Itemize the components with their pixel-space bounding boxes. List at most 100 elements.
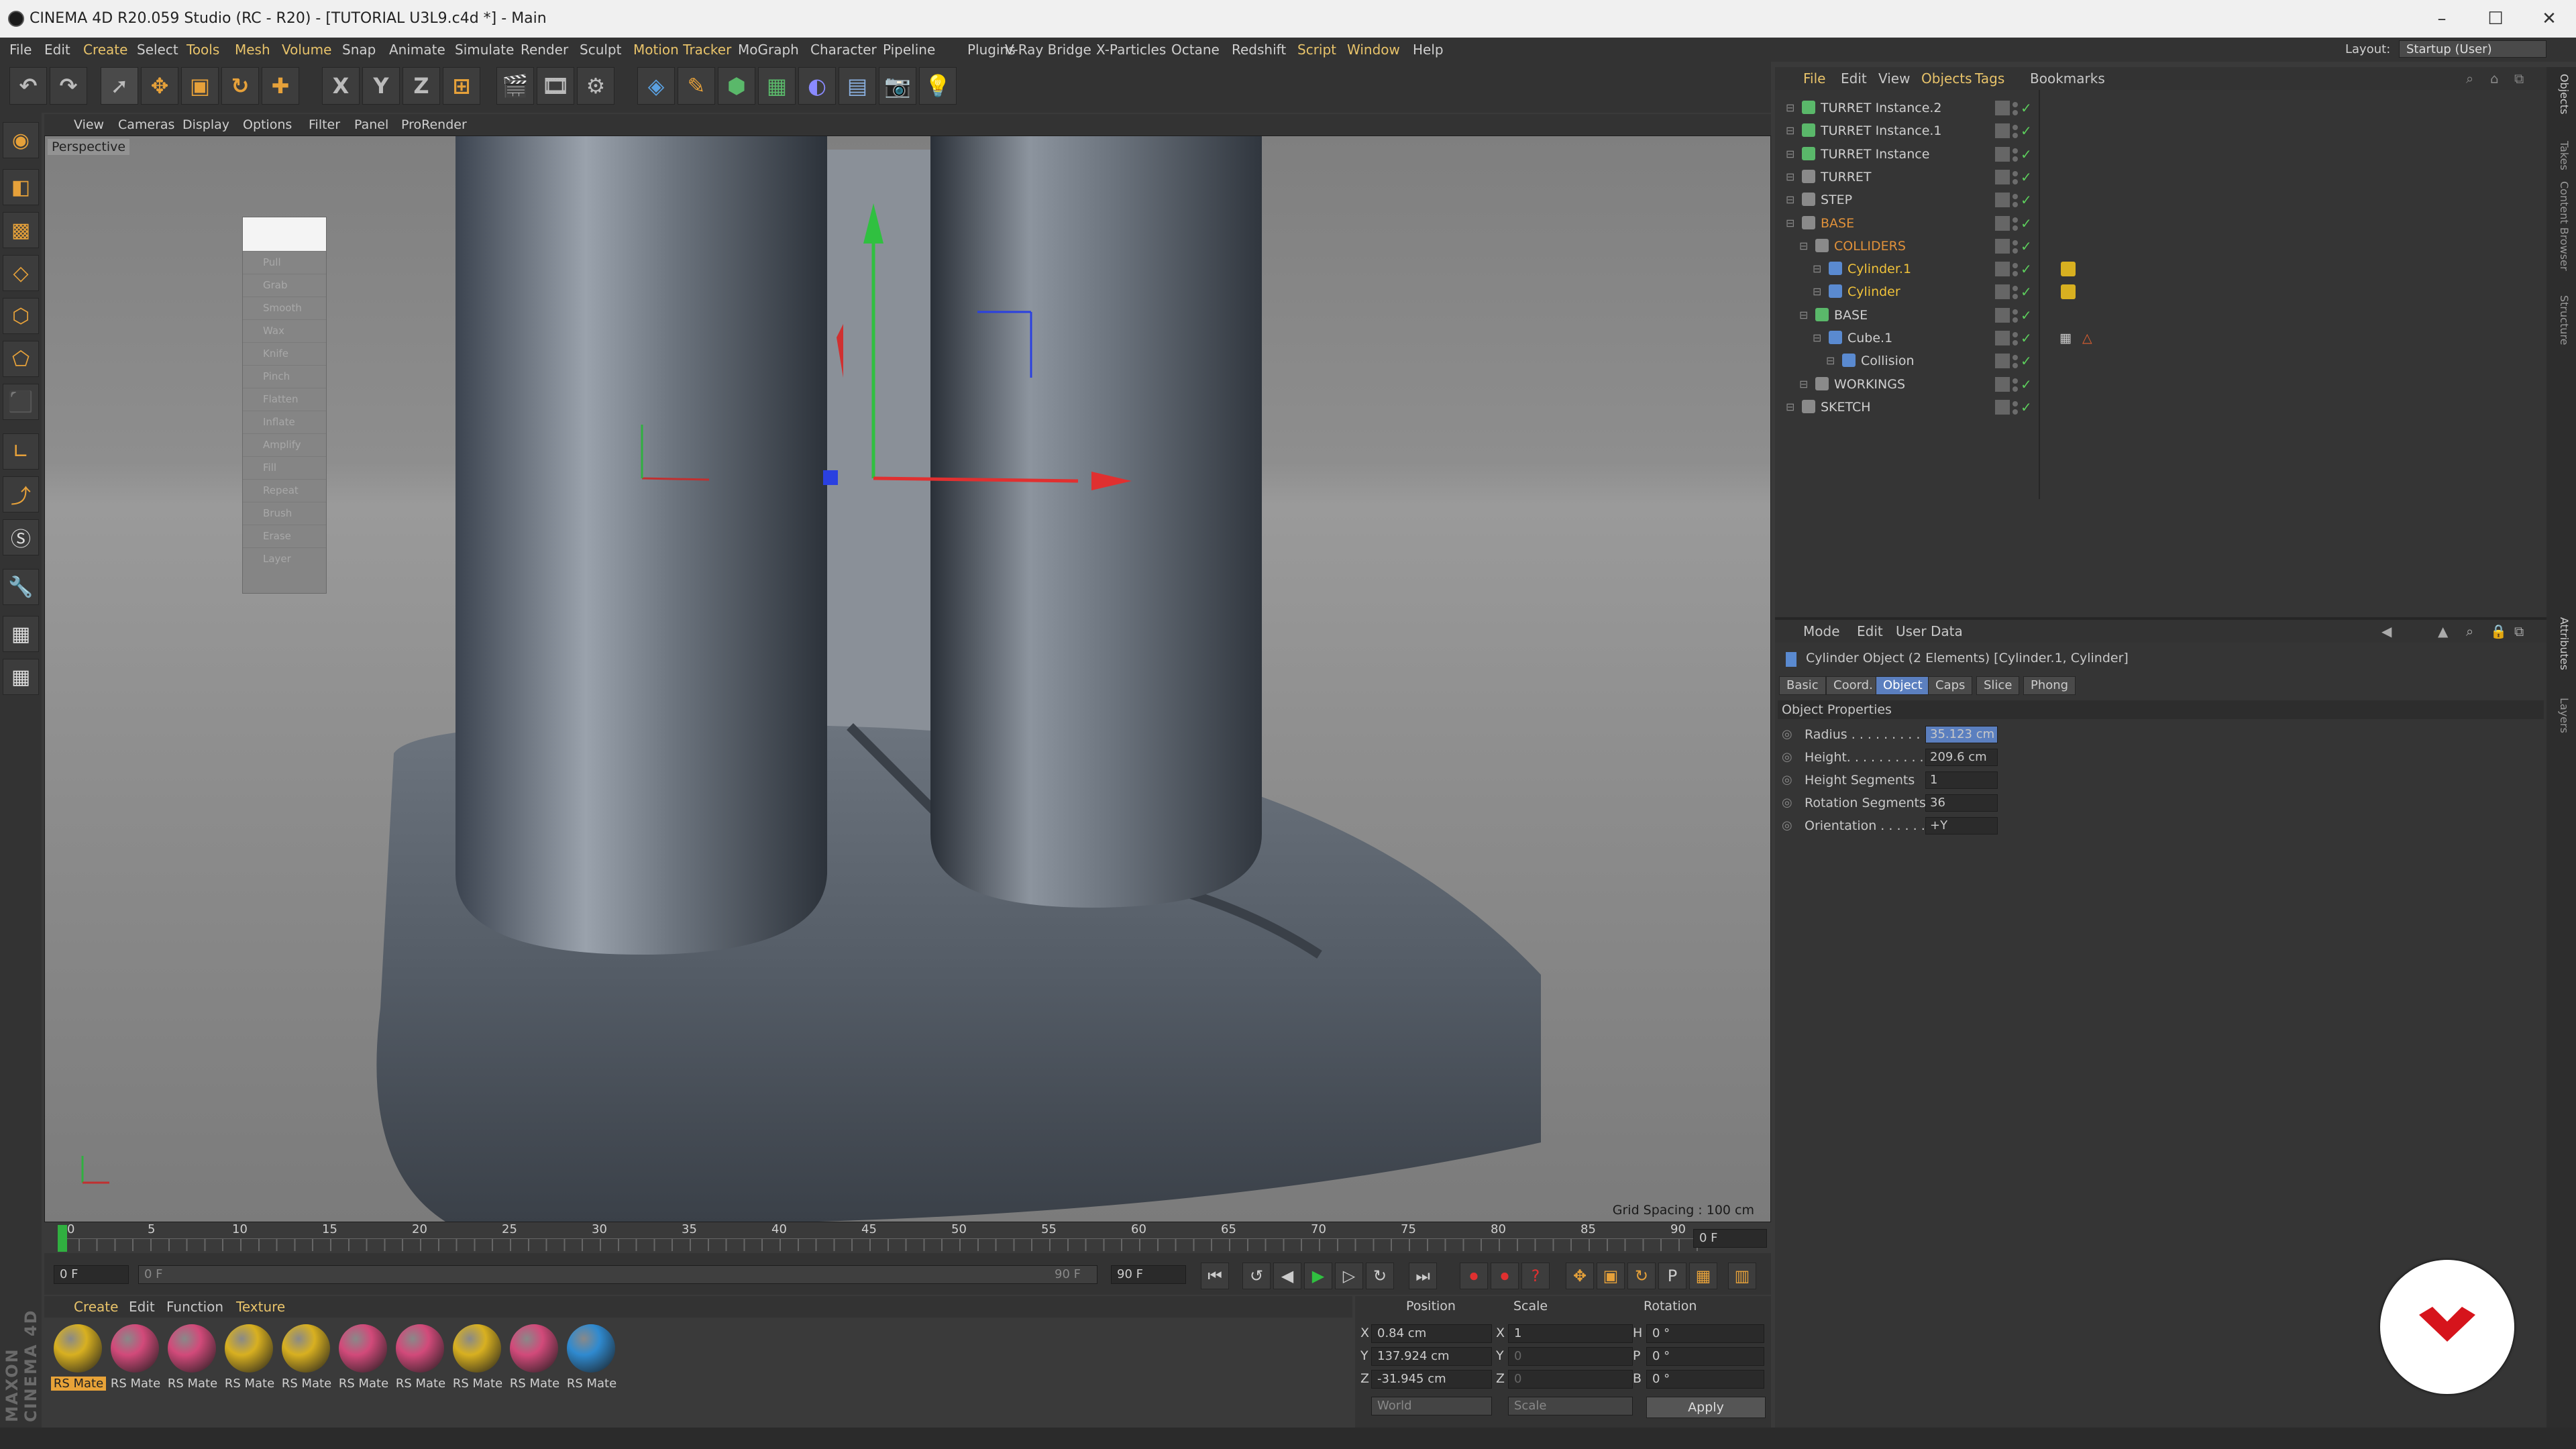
rotation-segments-field[interactable]: 36 [1925,794,1998,812]
material-swatch[interactable]: RS Mate [165,1322,220,1391]
menu-mesh[interactable]: Mesh [235,38,270,62]
new-window-icon[interactable]: ⧉ [2514,67,2524,90]
viewport-menu-display[interactable]: Display [182,114,229,136]
tab-objects[interactable]: Objects [2551,74,2571,114]
render-visibility-dot[interactable] [2012,178,2018,184]
texture-tag-icon[interactable]: ▦ [2059,327,2072,350]
render-visibility-dot[interactable] [2012,340,2018,345]
tab-content-browser[interactable]: Content Browser [2551,181,2571,271]
editor-visibility-dot[interactable] [2012,378,2018,384]
expand-toggle-icon[interactable]: ⊟ [1799,304,1808,327]
menu-animate[interactable]: Animate [389,38,445,62]
minimize-button[interactable]: – [2415,0,2469,38]
editor-visibility-dot[interactable] [2012,332,2018,337]
enabled-check-icon[interactable]: ✓ [2021,189,2032,211]
start-frame-field[interactable]: 0 F [54,1265,129,1284]
attr-menu-user-data[interactable]: User Data [1896,620,1963,643]
brush-pinch[interactable]: Pinch [243,365,326,388]
expand-toggle-icon[interactable]: ⊟ [1786,212,1794,235]
brush-inflate[interactable]: Inflate [243,411,326,433]
tab-coord[interactable]: Coord. [1826,676,1880,695]
layer-visibility-icon[interactable] [1995,193,2010,208]
z-axis-lock-button[interactable]: Z [402,67,440,105]
brush-brush[interactable]: Brush [243,502,326,525]
material-tag-icon[interactable] [2061,284,2076,300]
redo-icon[interactable]: ↷ [50,67,87,105]
viewport-menu-cameras[interactable]: Cameras [118,114,174,136]
expand-toggle-icon[interactable]: ⊟ [1799,235,1808,258]
enabled-check-icon[interactable]: ✓ [2021,97,2032,119]
previous-key-icon[interactable]: ↺ [1242,1263,1271,1289]
phong-tag-icon[interactable]: △ [2082,327,2092,350]
object-row[interactable]: ⊟ Cube.1 ✓ ▦ △ [1775,327,2546,350]
material-tag-icon[interactable] [2061,262,2076,277]
obj-menu-bookmarks[interactable]: Bookmarks [2030,67,2105,90]
menu-script[interactable]: Script [1297,38,1336,62]
render-visibility-dot[interactable] [2012,363,2018,369]
layer-visibility-icon[interactable] [1995,354,2010,369]
position-x-field[interactable]: 0.84 cm [1371,1324,1492,1343]
height-segments-field[interactable]: 1 [1925,771,1998,789]
cube-object-icon[interactable]: ◈ [637,67,675,105]
end-frame-field[interactable]: 90 F [1111,1265,1186,1284]
scale-mode-select[interactable]: Scale [1508,1397,1633,1415]
animate-property-icon[interactable]: ◎ [1782,747,1792,767]
editor-visibility-dot[interactable] [2012,102,2018,107]
preview-range-slider[interactable]: 0 F 90 F [138,1265,1097,1284]
subdivision-icon[interactable]: ⬢ [718,67,755,105]
3d-viewport[interactable]: Perspective Pull Grab Smooth Wax Knife P… [44,136,1771,1222]
rotation-b-field[interactable]: 0 ° [1646,1370,1764,1389]
enable-axis-icon[interactable]: ∟ [3,433,39,470]
rotate-tool-icon[interactable]: ↻ [221,67,259,105]
tab-takes[interactable]: Takes [2551,141,2571,170]
brush-wax[interactable]: Wax [243,319,326,342]
layout-select[interactable]: Startup (User) [2399,40,2546,58]
viewport-menu-view[interactable]: View [74,114,104,136]
layer-visibility-icon[interactable] [1995,238,2010,254]
layer-visibility-icon[interactable] [1995,376,2010,392]
undo-icon[interactable]: ↶ [9,67,47,105]
editor-visibility-dot[interactable] [2012,355,2018,361]
key-parameter-icon[interactable]: P [1658,1263,1686,1289]
menu-render[interactable]: Render [521,38,568,62]
menu-character[interactable]: Character [810,38,877,62]
render-visibility-dot[interactable] [2012,386,2018,392]
camera-icon[interactable]: 📷 [879,67,916,105]
render-visibility-dot[interactable] [2012,409,2018,415]
brush-knife[interactable]: Knife [243,342,326,365]
auto-keying-icon[interactable]: ⏺ [1491,1263,1519,1289]
render-visibility-dot[interactable] [2012,294,2018,300]
layer-visibility-icon[interactable] [1995,215,2010,231]
light-icon[interactable]: 💡 [919,67,957,105]
editor-visibility-dot[interactable] [2012,263,2018,269]
menu-motion-tracker[interactable]: Motion Tracker [633,38,731,62]
workplane-icon[interactable]: ◇ [3,255,39,291]
apply-button[interactable]: Apply [1646,1397,1766,1418]
menu-select[interactable]: Select [137,38,178,62]
tab-caps[interactable]: Caps [1928,676,1973,695]
workplane-grid-icon[interactable]: ▦ [3,659,39,695]
object-row[interactable]: ⊟ COLLIDERS ✓ [1775,235,2546,258]
y-axis-lock-button[interactable]: Y [362,67,400,105]
render-visibility-dot[interactable] [2012,248,2018,254]
next-frame-icon[interactable]: ▷ [1335,1263,1363,1289]
layer-visibility-icon[interactable] [1995,331,2010,345]
enabled-check-icon[interactable]: ✓ [2021,280,2032,303]
radius-field[interactable]: 35.123 cm [1925,726,1998,743]
menu-pipeline[interactable]: Pipeline [883,38,935,62]
material-menu-edit[interactable]: Edit [129,1296,155,1318]
enabled-check-icon[interactable]: ✓ [2021,166,2032,189]
layer-visibility-icon[interactable] [1995,399,2010,415]
expand-toggle-icon[interactable]: ⊟ [1786,119,1794,142]
expand-toggle-icon[interactable]: ⊟ [1813,280,1821,303]
menu-create[interactable]: Create [83,38,127,62]
next-key-icon[interactable]: ↻ [1366,1263,1394,1289]
tab-object[interactable]: Object [1876,676,1930,695]
key-scale-icon[interactable]: ▣ [1597,1263,1625,1289]
expand-toggle-icon[interactable]: ⊟ [1786,396,1794,419]
tab-layers[interactable]: Layers [2551,698,2571,733]
scale-z-field[interactable]: 0 [1508,1370,1633,1389]
expand-toggle-icon[interactable]: ⊟ [1786,189,1794,211]
editor-visibility-dot[interactable] [2012,286,2018,292]
render-view-icon[interactable]: 🎬 [496,67,534,105]
